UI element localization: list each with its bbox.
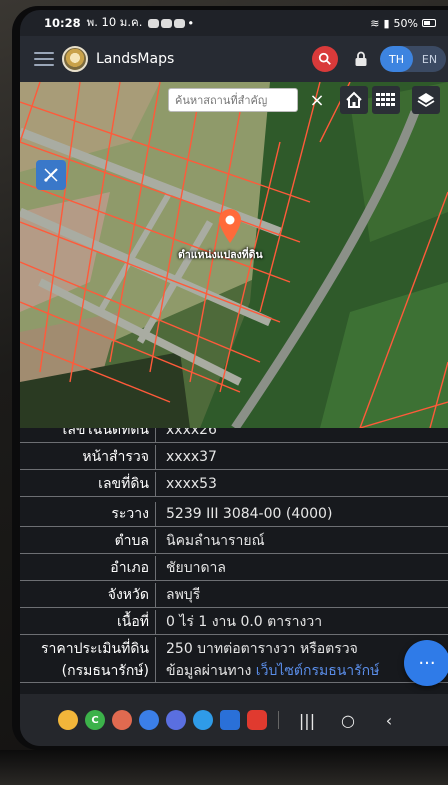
- info-row-survey-page: หน้าสำรวจ xxxx37: [20, 445, 448, 470]
- status-date: พ. 10 ม.ค.: [86, 15, 143, 29]
- contacts-app-icon[interactable]: [112, 710, 132, 730]
- row-value: xxxx37: [166, 449, 217, 465]
- home-nav-icon[interactable]: ○: [331, 711, 365, 730]
- search-button[interactable]: [312, 46, 338, 72]
- row-label: หน้าสำรวจ: [20, 445, 156, 469]
- pin-icon[interactable]: [217, 208, 243, 244]
- screen: 10:28 พ. 10 ม.ค. • ≋ ▮ 50% LandsMaps TH …: [20, 10, 448, 746]
- battery-text: 50%: [393, 16, 418, 30]
- appraisal-value-line1: 250 บาทต่อตารางวา หรือตรวจ: [166, 640, 358, 657]
- pin-label: ตำแหน่งแปลงที่ดิน: [178, 249, 263, 261]
- back-nav-icon[interactable]: ‹: [372, 711, 406, 730]
- row-label: ราคาประเมินที่ดิน (กรมธนารักษ์): [20, 637, 156, 682]
- home-button[interactable]: [340, 86, 368, 114]
- phone-app-icon[interactable]: C: [85, 710, 105, 730]
- app-logo: [62, 46, 88, 72]
- info-row-map-sheet: ระวาง 5239 III 3084-00 (4000): [20, 502, 448, 527]
- photo-bottom: [0, 750, 448, 785]
- login-button[interactable]: [351, 48, 371, 70]
- row-value: xxxx53: [166, 476, 217, 492]
- status-time: 10:28: [44, 16, 81, 30]
- info-row-deed-number: เลขโฉนดที่ดิน xxxx26: [20, 428, 448, 443]
- draw-tool-button[interactable]: [36, 160, 66, 190]
- row-label: อำเภอ: [20, 556, 156, 580]
- draw-icon: [44, 168, 58, 182]
- hamburger-icon[interactable]: [34, 52, 54, 66]
- row-label: เลขโฉนดที่ดิน: [20, 428, 156, 442]
- treasury-website-link[interactable]: เว็บไซต์กรมธนารักษ์: [256, 663, 380, 679]
- row-value: ชัยบาดาล: [166, 560, 226, 576]
- lang-th-button[interactable]: TH: [380, 46, 413, 72]
- app-header: LandsMaps TH EN: [20, 36, 448, 82]
- app-title: LandsMaps: [96, 51, 175, 67]
- search-icon: [318, 52, 331, 65]
- row-value: 0 ไร่ 1 งาน 0.0 ตารางวา: [166, 614, 323, 630]
- messages-app-icon[interactable]: [139, 710, 159, 730]
- row-label: เนื้อที่: [20, 610, 156, 634]
- parcel-info-panel: เลขโฉนดที่ดิน xxxx26 หน้าสำรวจ xxxx37 เล…: [20, 428, 448, 694]
- map-view[interactable]: × ตำแหน่งแปลงที่ดิน: [20, 82, 448, 428]
- home-icon: [346, 91, 362, 108]
- row-label: จังหวัด: [20, 583, 156, 607]
- more-options-button[interactable]: ···: [404, 640, 448, 686]
- row-label: ระวาง: [20, 502, 156, 526]
- grid-button[interactable]: [372, 86, 400, 114]
- folder-app-icon[interactable]: [58, 710, 78, 730]
- grid-icon: [376, 93, 395, 106]
- lang-en-button[interactable]: EN: [413, 46, 446, 72]
- appraisal-value-prefix: ข้อมูลผ่านทาง: [166, 662, 256, 679]
- recents-nav-icon[interactable]: |||: [290, 711, 324, 730]
- info-row-district: อำเภอ ชัยบาดาล: [20, 556, 448, 581]
- map-search-input[interactable]: [168, 88, 298, 112]
- lock-icon: [355, 51, 367, 66]
- notification-icon: [148, 18, 160, 28]
- layers-icon: [417, 93, 435, 108]
- status-bar: 10:28 พ. 10 ม.ค. • ≋ ▮ 50%: [20, 10, 448, 36]
- appraisal-label-line2: (กรมธนารักษ์): [61, 662, 149, 679]
- wifi-icon: ≋: [370, 16, 380, 30]
- layers-button[interactable]: [412, 86, 440, 114]
- notification-icon: [174, 18, 186, 28]
- youtube-app-icon[interactable]: [247, 710, 267, 730]
- notification-icon: [161, 18, 173, 28]
- row-value: นิคมลำนารายณ์: [166, 533, 265, 549]
- row-value: 5239 III 3084-00 (4000): [166, 506, 333, 522]
- row-value: ลพบุรี: [166, 587, 201, 603]
- phone-body: 10:28 พ. 10 ม.ค. • ≋ ▮ 50% LandsMaps TH …: [12, 6, 448, 750]
- row-value: xxxx26: [166, 428, 217, 438]
- taskbar: C ||| ○ ‹: [20, 694, 448, 746]
- battery-icon: [422, 19, 436, 27]
- signal-icon: ▮: [383, 16, 390, 30]
- row-label: ตำบล: [20, 529, 156, 553]
- info-row-area: เนื้อที่ 0 ไร่ 1 งาน 0.0 ตารางวา: [20, 610, 448, 635]
- dot-icon: •: [187, 16, 195, 30]
- info-row-province: จังหวัด ลพบุรี: [20, 583, 448, 608]
- language-toggle[interactable]: TH EN: [380, 46, 446, 72]
- status-right: ≋ ▮ 50%: [370, 17, 436, 30]
- appraisal-label-line1: ราคาประเมินที่ดิน: [40, 640, 149, 657]
- calendar-app-icon[interactable]: [193, 710, 213, 730]
- appraisal-value-line2: ข้อมูลผ่านทาง เว็บไซต์กรมธนารักษ์: [166, 660, 379, 682]
- row-label: เลขที่ดิน: [20, 472, 156, 496]
- wallet-app-icon[interactable]: [220, 710, 240, 730]
- dock-separator: [278, 711, 279, 729]
- info-row-subdistrict: ตำบล นิคมลำนารายณ์: [20, 529, 448, 554]
- chat-app-icon[interactable]: [166, 710, 186, 730]
- clear-search-button[interactable]: ×: [304, 88, 330, 112]
- info-row-land-number: เลขที่ดิน xxxx53: [20, 472, 448, 497]
- info-row-appraisal: ราคาประเมินที่ดิน (กรมธนารักษ์) 250 บาทต…: [20, 637, 448, 683]
